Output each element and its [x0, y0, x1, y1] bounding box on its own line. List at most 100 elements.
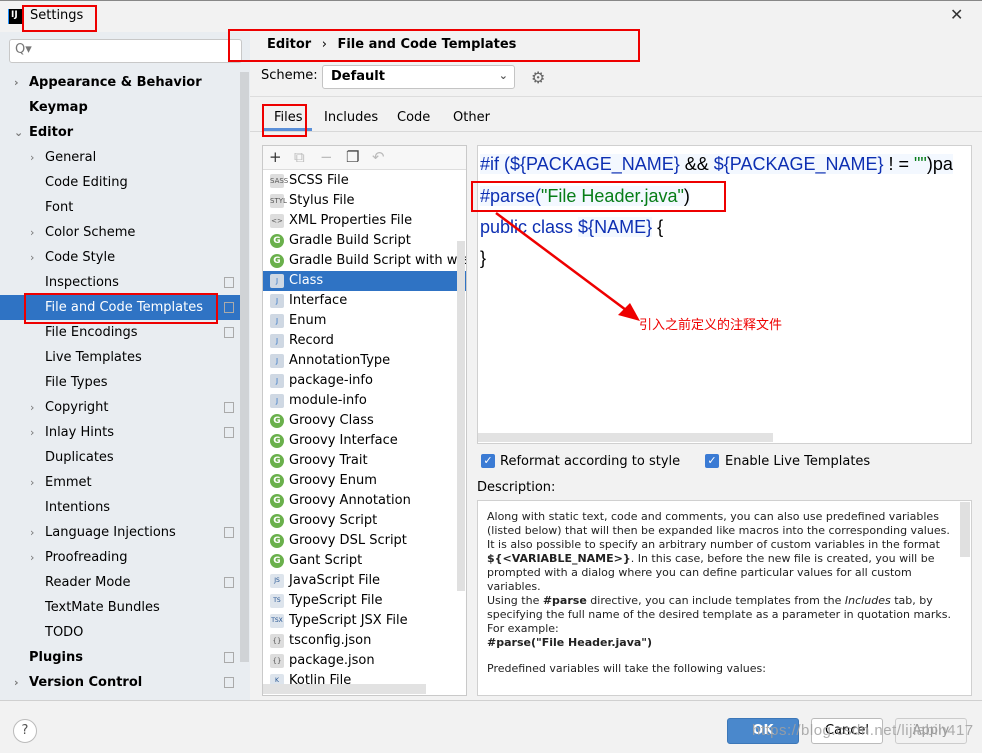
sidebar-item[interactable]: ⌄ Editor — [0, 120, 240, 145]
template-list-item[interactable]: G Groovy Enum — [263, 471, 466, 491]
file-type-icon: G — [270, 454, 284, 468]
add-child-icon[interactable]: ⧉ — [294, 148, 305, 166]
sidebar-item[interactable]: › Appearance & Behavior — [0, 70, 240, 95]
sidebar-item[interactable]: TextMate Bundles — [0, 595, 240, 620]
sidebar-item[interactable]: Duplicates — [0, 445, 240, 470]
sidebar-item[interactable]: › Version Control — [0, 670, 240, 695]
file-type-icon: J — [270, 334, 284, 348]
template-list-item[interactable]: G Groovy Class — [263, 411, 466, 431]
editor-hscrollbar[interactable] — [478, 433, 773, 442]
add-icon[interactable]: + — [269, 148, 282, 166]
template-list-item[interactable]: G Groovy Annotation — [263, 491, 466, 511]
sidebar-item[interactable]: › Color Scheme — [0, 220, 240, 245]
search-input[interactable]: Q▾ — [9, 39, 242, 63]
template-list-item[interactable]: J Record — [263, 331, 466, 351]
chevron-right-icon[interactable]: › — [30, 395, 34, 420]
sidebar-item[interactable]: › Inlay Hints — [0, 420, 240, 445]
scheme-dropdown[interactable]: Default ⌄ — [322, 65, 515, 89]
chevron-down-icon[interactable]: ⌄ — [14, 120, 23, 145]
sidebar-item-label: Color Scheme — [45, 225, 136, 240]
search-icon: Q▾ — [15, 42, 32, 57]
sidebar-item[interactable]: › Copyright — [0, 395, 240, 420]
sidebar-item-label: TODO — [45, 625, 84, 640]
template-list-item[interactable]: G Groovy Interface — [263, 431, 466, 451]
template-list-item[interactable]: J Enum — [263, 311, 466, 331]
reformat-label[interactable]: Reformat according to style — [500, 454, 680, 469]
sidebar-item[interactable]: › Emmet — [0, 470, 240, 495]
sidebar-item[interactable]: › Code Style — [0, 245, 240, 270]
project-scope-icon — [224, 677, 234, 688]
file-type-icon: TS — [270, 594, 284, 608]
sidebar-item[interactable]: Keymap — [0, 95, 240, 120]
template-list-item[interactable]: G Groovy Trait — [263, 451, 466, 471]
reset-icon[interactable]: ↶ — [372, 148, 385, 166]
chevron-right-icon[interactable]: › — [30, 470, 34, 495]
sidebar-item[interactable]: Plugins — [0, 645, 240, 670]
template-list-item[interactable]: {} tsconfig.json — [263, 631, 466, 651]
template-name: Groovy Interface — [289, 433, 398, 448]
description-text: Along with static text, code and comment… — [487, 510, 950, 537]
template-list-item[interactable]: Jpackage-info — [263, 371, 466, 391]
tab-other[interactable]: Other — [453, 110, 490, 125]
chevron-right-icon[interactable]: › — [14, 670, 19, 695]
template-list-item[interactable]: STYL Stylus File — [263, 191, 466, 211]
list-hscrollbar[interactable] — [263, 684, 426, 694]
close-icon[interactable]: ✕ — [950, 5, 963, 24]
template-list-item[interactable]: {} package.json — [263, 651, 466, 671]
chevron-right-icon[interactable]: › — [14, 70, 19, 95]
sidebar-item[interactable]: › Proofreading — [0, 545, 240, 570]
sidebar-item[interactable]: Live Templates — [0, 345, 240, 370]
live-templates-label[interactable]: Enable Live Templates — [725, 454, 870, 469]
sidebar-item[interactable]: Inspections — [0, 270, 240, 295]
chevron-right-icon[interactable]: › — [30, 520, 34, 545]
gear-icon[interactable]: ⚙ — [531, 68, 545, 87]
help-button[interactable]: ? — [13, 719, 37, 743]
code-line-1: #if (${PACKAGE_NAME} && ${PACKAGE_NAME} … — [480, 154, 953, 174]
description-scrollbar[interactable] — [960, 502, 970, 557]
template-list-item[interactable]: TSX TypeScript JSX File — [263, 611, 466, 631]
divider — [250, 131, 982, 132]
chevron-right-icon[interactable]: › — [30, 145, 34, 170]
template-list-item[interactable]: G Groovy DSL Script — [263, 531, 466, 551]
remove-icon[interactable]: − — [320, 148, 333, 166]
annotation-arrow-icon — [495, 211, 640, 321]
sidebar-item-label: Proofreading — [45, 550, 128, 565]
live-templates-checkbox[interactable]: ✓ — [705, 454, 719, 468]
template-list-item[interactable]: SASS SCSS File — [263, 171, 466, 191]
sidebar-item[interactable]: Intentions — [0, 495, 240, 520]
sidebar-item[interactable]: Code Editing — [0, 170, 240, 195]
chevron-right-icon[interactable]: › — [30, 420, 34, 445]
sidebar-item-label: Copyright — [45, 400, 109, 415]
template-list-item[interactable]: G Groovy Script — [263, 511, 466, 531]
sidebar-item[interactable]: File Types — [0, 370, 240, 395]
template-list-item[interactable]: <> XML Properties File — [263, 211, 466, 231]
sidebar-item[interactable]: › General — [0, 145, 240, 170]
sidebar-item[interactable]: TODO — [0, 620, 240, 645]
sidebar-item[interactable]: Font — [0, 195, 240, 220]
template-list-item[interactable]: J AnnotationType — [263, 351, 466, 371]
chevron-right-icon[interactable]: › — [30, 245, 34, 270]
template-name: Interface — [289, 293, 348, 308]
reformat-checkbox[interactable]: ✓ — [481, 454, 495, 468]
template-list-item[interactable]: G Gant Script — [263, 551, 466, 571]
sidebar-item[interactable]: › Language Injections — [0, 520, 240, 545]
sidebar-item-label: Inlay Hints — [45, 425, 114, 440]
sidebar-scrollbar[interactable] — [240, 72, 249, 662]
file-type-icon: {} — [270, 654, 284, 668]
template-list-item[interactable]: J Interface — [263, 291, 466, 311]
chevron-right-icon[interactable]: › — [30, 220, 34, 245]
template-list-item[interactable]: TS TypeScript File — [263, 591, 466, 611]
sidebar-item[interactable]: Reader Mode — [0, 570, 240, 595]
sidebar-item-label: Version Control — [29, 675, 143, 690]
copy-icon[interactable]: ❐ — [346, 148, 359, 166]
template-list-item[interactable]: Jmodule-info — [263, 391, 466, 411]
template-list-item[interactable]: J Class — [263, 271, 466, 291]
tab-includes[interactable]: Includes — [324, 110, 378, 125]
chevron-right-icon[interactable]: › — [30, 545, 34, 570]
tab-code[interactable]: Code — [397, 110, 430, 125]
template-list-item[interactable]: G Gradle Build Script — [263, 231, 466, 251]
template-list-item[interactable]: G Gradle Build Script with wrapper — [263, 251, 466, 271]
list-scrollbar[interactable] — [457, 241, 465, 591]
project-scope-icon — [224, 302, 234, 313]
template-list-item[interactable]: JS JavaScript File — [263, 571, 466, 591]
